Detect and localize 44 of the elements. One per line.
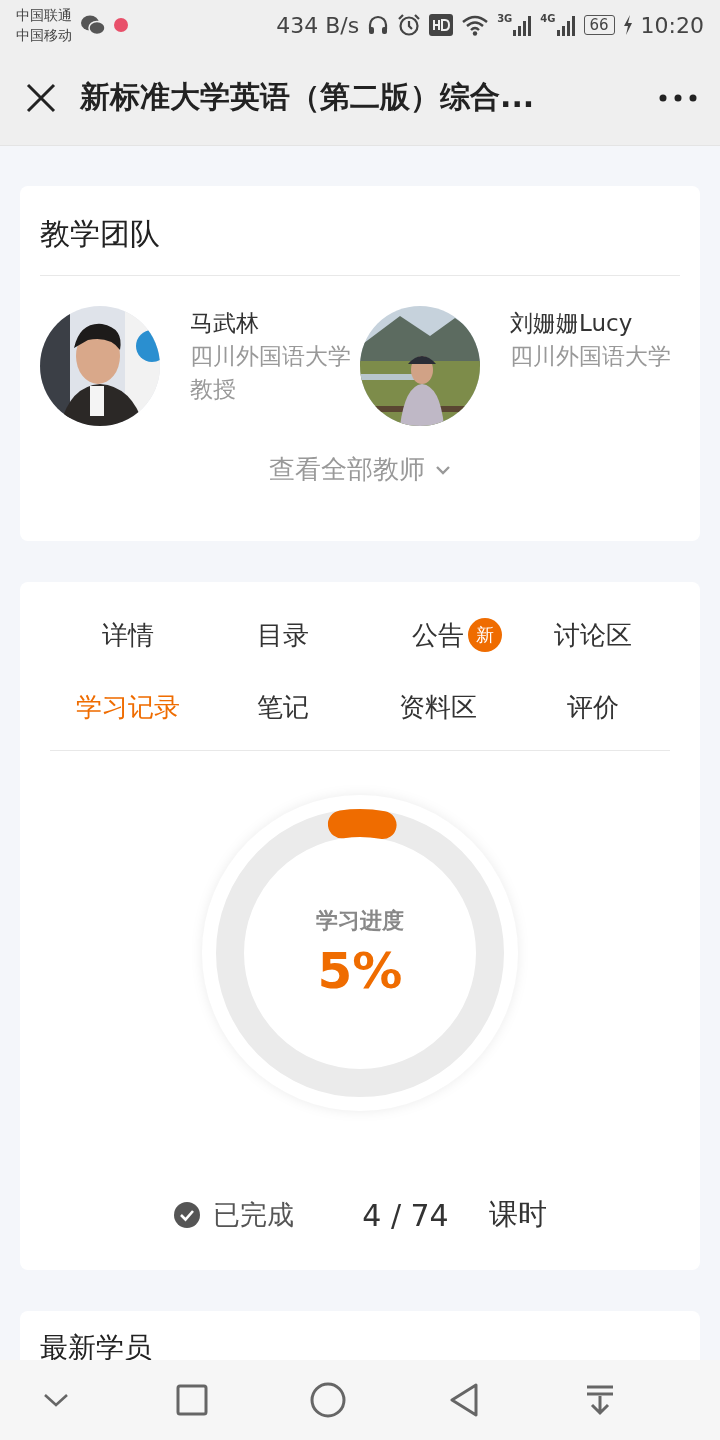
tab[interactable]: 笔记 bbox=[256, 686, 309, 728]
alarm-icon bbox=[397, 13, 422, 37]
carrier-name: 中国联通 bbox=[16, 6, 72, 25]
network-type: 3G bbox=[497, 13, 513, 24]
lesson-count: 4 / 74 bbox=[362, 1197, 449, 1233]
progress-label: 学习进度 bbox=[316, 907, 404, 935]
headphones-icon bbox=[367, 14, 390, 36]
pull-down-icon bbox=[585, 1384, 615, 1416]
teacher-name: 刘姗姗Lucy bbox=[510, 309, 633, 338]
chevron-down-icon bbox=[43, 1392, 69, 1408]
notification-icon bbox=[114, 18, 128, 32]
tab[interactable]: 评价 bbox=[566, 686, 619, 728]
square-icon bbox=[176, 1384, 208, 1416]
signal-icon bbox=[512, 13, 533, 37]
close-icon bbox=[26, 82, 56, 113]
circle-icon bbox=[310, 1382, 346, 1418]
hd-icon bbox=[429, 14, 454, 36]
clock: 10:20 bbox=[640, 12, 704, 38]
new-badge: 新 bbox=[467, 618, 502, 652]
check-icon bbox=[173, 1201, 202, 1229]
charging-icon bbox=[622, 15, 633, 35]
chat-icon bbox=[80, 14, 106, 36]
teacher-info: 教授 bbox=[190, 375, 236, 404]
tab[interactable]: 讨论区 bbox=[553, 614, 632, 656]
battery-level: 66 bbox=[583, 15, 615, 35]
wifi-icon bbox=[461, 14, 490, 36]
network-speed: 434 B/s bbox=[276, 12, 360, 38]
network-type: 4G bbox=[540, 13, 556, 24]
progress-percent: 5% bbox=[317, 942, 403, 1000]
teacher-info: 四川外国语大学 bbox=[190, 342, 351, 371]
tab[interactable]: 资料区 bbox=[398, 686, 477, 728]
carrier-name: 中国移动 bbox=[16, 26, 72, 45]
teacher-info: 四川外国语大学 bbox=[510, 342, 671, 371]
section-title: 教学团队 bbox=[40, 215, 160, 253]
tab[interactable]: 详情 bbox=[101, 614, 154, 656]
triangle-icon bbox=[449, 1383, 479, 1417]
tab[interactable]: 目录 bbox=[256, 614, 309, 656]
chevron-down-icon bbox=[435, 464, 451, 475]
completed-label: 已完成 bbox=[213, 1198, 295, 1232]
page-title: 新标准大学英语（第二版）综合... bbox=[80, 78, 536, 116]
lesson-unit: 课时 bbox=[488, 1196, 547, 1233]
teacher-name: 马武林 bbox=[190, 309, 259, 338]
more-icon bbox=[659, 93, 697, 102]
signal-icon bbox=[555, 13, 576, 37]
